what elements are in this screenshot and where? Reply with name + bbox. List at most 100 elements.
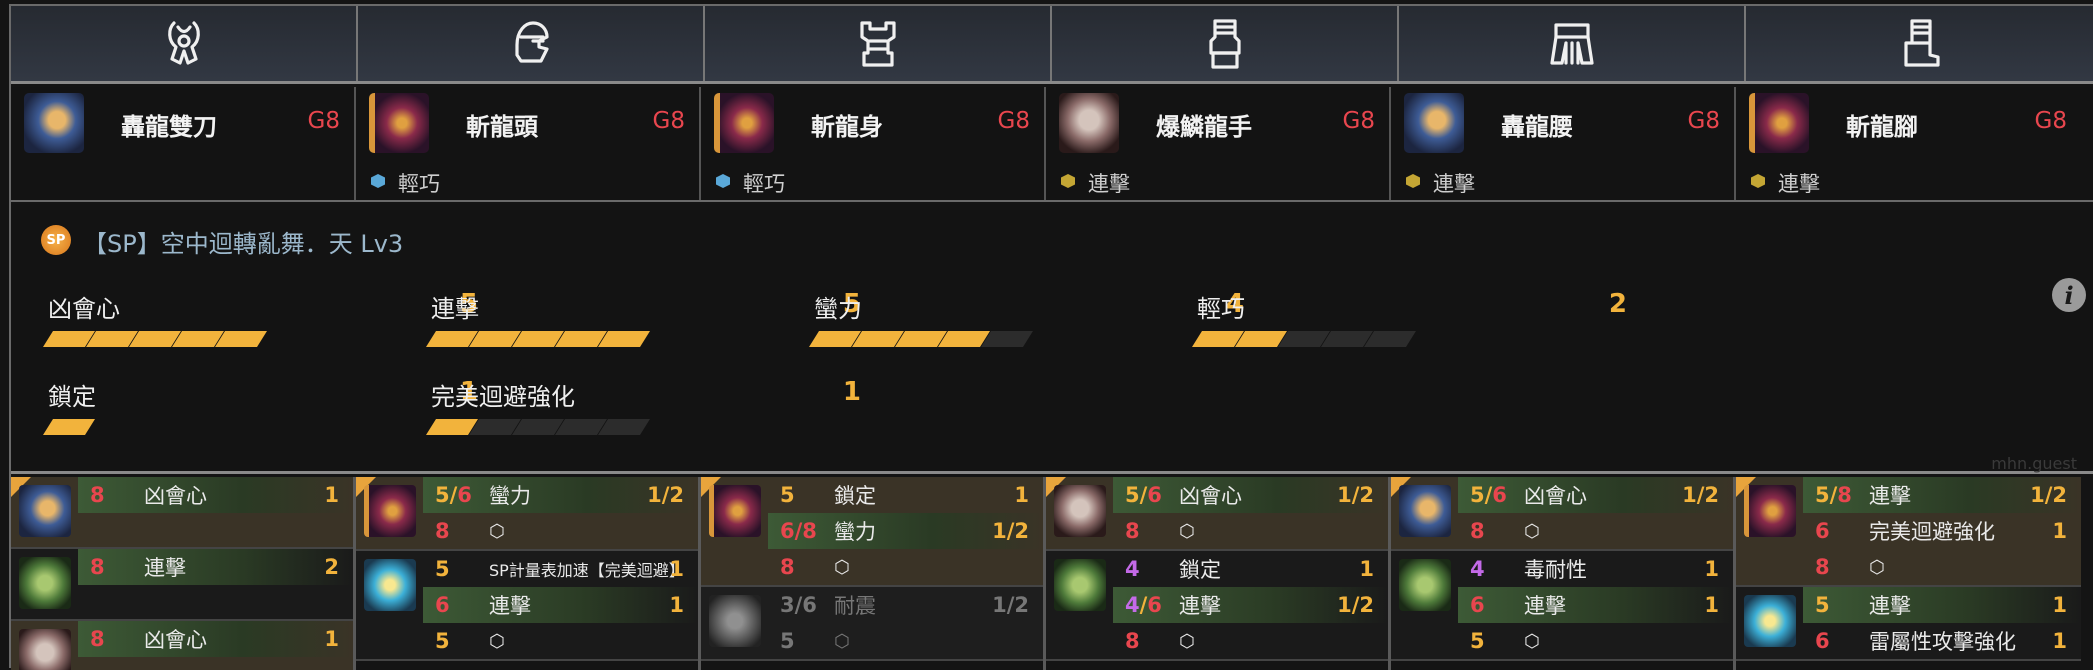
decoration-group[interactable]: 5 SP計量表加速【完美迴避】 1 6 連擊 1 5 ⬡ bbox=[356, 551, 698, 661]
empty-slot-icon: ⬡ bbox=[1524, 630, 1540, 652]
decoration-count: 1 bbox=[2052, 593, 2067, 617]
equipment-skill-label: 連擊 bbox=[1433, 172, 1475, 196]
equipment-slot-header bbox=[11, 6, 2093, 84]
decoration-group[interactable]: 5/6 凶會心 1/2 8 ⬡ bbox=[1391, 477, 1733, 551]
decoration-count: 2 bbox=[324, 555, 339, 579]
sp-badge-icon: SP bbox=[41, 225, 71, 255]
equipment-card[interactable]: 斬龍頭 G8 輕巧 bbox=[356, 87, 701, 200]
decoration-skill: 鎖定 bbox=[1179, 558, 1221, 582]
empty-slot-icon: ⬡ bbox=[1179, 520, 1195, 542]
skill-entry: 鎖定 1 bbox=[43, 377, 478, 449]
monster-thumbnail bbox=[1744, 485, 1796, 537]
equipment-card[interactable]: 轟龍雙刀 G8 bbox=[11, 87, 356, 200]
level-current: 5 bbox=[1815, 483, 1830, 507]
equipment-skill: 連擊 bbox=[1061, 168, 1130, 198]
equipment-card[interactable]: 轟龍腰 G8 連擊 bbox=[1391, 87, 1736, 200]
skill-dot-icon bbox=[371, 174, 385, 188]
legs-slot-icon bbox=[1903, 18, 1940, 67]
decoration-skill: 雷屬性攻擊強化 bbox=[1869, 630, 2016, 654]
skill-level-bar bbox=[43, 331, 267, 347]
skill-entry: 完美迴避強化 1 bbox=[426, 377, 861, 449]
info-icon[interactable]: i bbox=[2052, 278, 2086, 312]
decoration-level: 8 bbox=[1125, 519, 1140, 543]
monster-thumbnail bbox=[19, 557, 71, 609]
slot-chest[interactable] bbox=[705, 6, 1052, 81]
slot-legs[interactable] bbox=[1746, 6, 2093, 81]
decoration-skill: 凶會心 bbox=[144, 628, 207, 652]
decoration-column: 5/6 凶會心 1/2 8 ⬡ 4 毒耐性 1 6 連擊 1 5 ⬡ bbox=[1391, 477, 1736, 670]
decoration-row: 5 ⬡ bbox=[423, 623, 698, 659]
decoration-row: 8 凶會心 1 bbox=[78, 477, 353, 513]
decoration-row: 8 ⬡ bbox=[1113, 623, 1388, 659]
skill-name: 完美迴避強化 bbox=[431, 383, 575, 411]
monster-thumbnail bbox=[24, 93, 84, 153]
decoration-row: 5/6 凶會心 1/2 bbox=[1113, 477, 1388, 513]
decoration-group[interactable]: 4 鎖定 1 4/6 連擊 1/2 8 ⬡ bbox=[1046, 551, 1388, 661]
level-pip-empty bbox=[598, 419, 650, 435]
decoration-group[interactable]: 5/6 凶會心 1/2 8 ⬡ bbox=[1046, 477, 1388, 551]
decoration-column: 5/6 凶會心 1/2 8 ⬡ 4 鎖定 1 4/6 連擊 1/2 8 ⬡ bbox=[1046, 477, 1391, 670]
decoration-row: 4/6 連擊 1/2 bbox=[1113, 587, 1388, 623]
decoration-row: 5/8 連擊 1/2 bbox=[1803, 477, 2081, 513]
decoration-level: 8 bbox=[435, 519, 450, 543]
decoration-row: 6/8 蠻力 1/2 bbox=[768, 513, 1043, 549]
skill-dot-icon bbox=[1061, 174, 1075, 188]
decoration-column: 8 凶會心 1 8 連擊 2 8 凶會心 1 bbox=[11, 477, 356, 670]
decoration-count: 1 bbox=[2052, 629, 2067, 653]
equipment-skill: 輕巧 bbox=[371, 168, 440, 198]
decoration-count: 1 bbox=[1704, 593, 1719, 617]
decoration-count: 1 bbox=[669, 557, 684, 581]
weapon-slot-icon bbox=[167, 20, 200, 65]
decoration-count: 1 bbox=[669, 593, 684, 617]
equipment-name: 斬龍身 bbox=[811, 113, 883, 141]
decoration-group[interactable]: 5 連擊 1 6 雷屬性攻擊強化 1 bbox=[1736, 587, 2081, 661]
empty-slot-icon: ⬡ bbox=[1869, 556, 1885, 578]
decoration-level: 5/6 bbox=[435, 483, 489, 507]
skill-name: 輕巧 bbox=[1197, 295, 1245, 323]
decoration-row: 6 雷屬性攻擊強化 1 bbox=[1803, 623, 2081, 659]
equipment-rank: G8 bbox=[307, 108, 340, 134]
decoration-group[interactable]: 5 鎖定 1 6/8 蠻力 1/2 8 ⬡ bbox=[701, 477, 1043, 587]
skill-entry: 凶會心 5 bbox=[43, 289, 478, 361]
equipment-card[interactable]: 爆鱗龍手 G8 連擊 bbox=[1046, 87, 1391, 200]
decoration-skill: 連擊 bbox=[489, 594, 531, 618]
skill-dot-icon bbox=[716, 174, 730, 188]
decoration-row: 5/6 蠻力 1/2 bbox=[423, 477, 698, 513]
decoration-row: 6 連擊 1 bbox=[423, 587, 698, 623]
decoration-group[interactable]: 4 毒耐性 1 6 連擊 1 5 ⬡ bbox=[1391, 551, 1733, 661]
level-max: 6 bbox=[1147, 483, 1162, 507]
decoration-row: 6 完美迴避強化 1 bbox=[1803, 513, 2081, 549]
equipment-card[interactable]: 斬龍腳 G8 連擊 bbox=[1736, 87, 2081, 200]
skill-level-bar bbox=[1192, 331, 1416, 347]
decoration-count: 1/2 bbox=[1337, 593, 1374, 617]
level-current: 5 bbox=[1470, 483, 1485, 507]
empty-slot-icon: ⬡ bbox=[489, 520, 505, 542]
monster-thumbnail bbox=[1054, 559, 1106, 611]
skill-level-bar bbox=[426, 419, 650, 435]
skill-level: 1 bbox=[842, 377, 861, 407]
decoration-count: 1 bbox=[1359, 557, 1374, 581]
decoration-group[interactable]: 3/6 耐震 1/2 5 ⬡ bbox=[701, 587, 1043, 661]
slot-waist[interactable] bbox=[1399, 6, 1746, 81]
decoration-row: 5/6 凶會心 1/2 bbox=[1458, 477, 1733, 513]
slot-arms[interactable] bbox=[1052, 6, 1399, 81]
equipment-skill: 連擊 bbox=[1406, 168, 1475, 198]
equipment-skill-label: 連擊 bbox=[1088, 172, 1130, 196]
chest-slot-icon bbox=[859, 20, 896, 67]
decoration-level: 5 bbox=[1470, 629, 1485, 653]
decoration-row: 3/6 耐震 1/2 bbox=[768, 587, 1043, 623]
slot-head[interactable] bbox=[358, 6, 705, 81]
empty-slot-icon: ⬡ bbox=[1179, 630, 1195, 652]
decoration-count: 1 bbox=[1014, 483, 1029, 507]
equipment-card[interactable]: 斬龍身 G8 輕巧 bbox=[701, 87, 1046, 200]
slot-weapon[interactable] bbox=[11, 6, 358, 81]
decoration-group[interactable]: 8 連擊 2 bbox=[11, 549, 353, 621]
decoration-group[interactable]: 8 凶會心 1 bbox=[11, 621, 353, 670]
decoration-skill: 毒耐性 bbox=[1524, 558, 1587, 582]
decoration-row: 4 毒耐性 1 bbox=[1458, 551, 1733, 587]
decoration-group[interactable]: 5/8 連擊 1/2 6 完美迴避強化 1 8 ⬡ bbox=[1736, 477, 2081, 587]
head-slot-icon bbox=[514, 20, 549, 63]
decoration-group[interactable]: 8 凶會心 1 bbox=[11, 477, 353, 549]
equipment-list: 轟龍雙刀 G8 斬龍頭 G8 輕巧 斬龍身 G8 輕巧 爆鱗龍手 G8 連擊 轟龍腰 G8 連擊 斬龍腳 G8… bbox=[11, 87, 2093, 202]
decoration-group[interactable]: 5/6 蠻力 1/2 8 ⬡ bbox=[356, 477, 698, 551]
